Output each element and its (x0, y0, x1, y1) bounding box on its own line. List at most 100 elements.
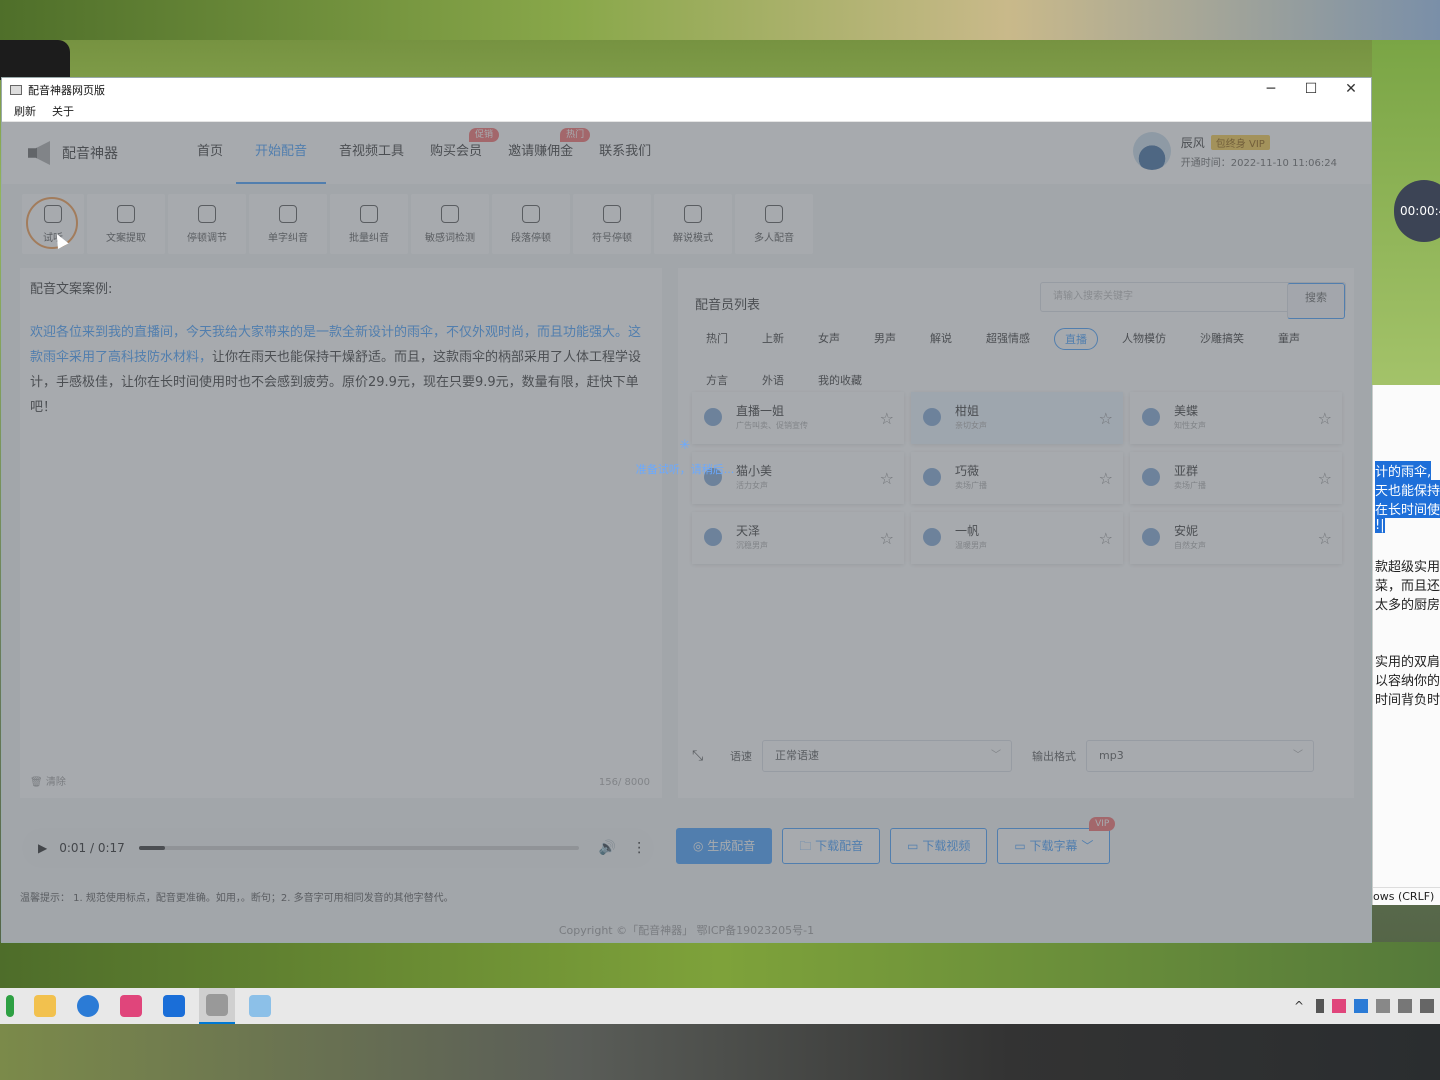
voice-name: 猫小美 (736, 464, 773, 478)
menu-refresh[interactable]: 刷新 (14, 103, 36, 119)
tool-symbol-pause[interactable]: 符号停顿 (573, 194, 651, 254)
clear-button[interactable]: 🗑 清除 (30, 773, 66, 788)
logo[interactable]: 配音神器 (28, 141, 178, 165)
wifi-icon[interactable] (1398, 999, 1412, 1013)
category-tab[interactable]: 男声 (864, 328, 906, 350)
notepad-icon[interactable] (242, 988, 278, 1024)
star-icon[interactable]: ☆ (1318, 409, 1332, 428)
nav-buy-membership[interactable]: 购买会员 促销 (417, 122, 500, 184)
category-tab[interactable]: 方言 (696, 370, 738, 392)
script-editor-panel: 配音文案案例: 欢迎各位来到我的直播间，今天我给大家带来的是一款全新设计的雨伞，… (20, 268, 662, 798)
chevron-up-icon[interactable]: ^ (1294, 999, 1308, 1013)
star-icon[interactable]: ☆ (1099, 529, 1113, 548)
voice-name: 亚群 (1174, 464, 1199, 478)
category-tab[interactable]: 童声 (1268, 328, 1310, 350)
maximize-button[interactable]: ☐ (1291, 78, 1331, 101)
nav-invite[interactable]: 邀请赚佣金 热门 (495, 122, 591, 184)
user-info[interactable]: 辰风 包终身 VIP 开通时间：2022-11-10 11:06:24 (1132, 132, 1337, 170)
action-buttons: ◎ 生成配音 🗀 下载配音 ▭ 下载视频 ▭ 下载字幕 ﹀ VIP (676, 817, 1116, 864)
tool-paragraph-pause[interactable]: 段落停顿 (492, 194, 570, 254)
tool-audition[interactable]: 试听 (22, 194, 84, 254)
collapse-icon[interactable]: ⤡ (692, 748, 708, 764)
browser-icon[interactable] (70, 988, 106, 1024)
star-icon[interactable]: ☆ (1318, 529, 1332, 548)
category-tab[interactable]: 沙雕搞笑 (1190, 328, 1254, 350)
volume-tray-icon[interactable] (1420, 999, 1434, 1013)
voice-card[interactable]: 美蝶 知性女声 ☆ (1130, 392, 1342, 444)
play-icon[interactable]: ▶ (38, 841, 47, 855)
tool-batch-fix[interactable]: 批量纠音 (330, 194, 408, 254)
voice-card[interactable]: 直播一姐 广告叫卖、促销宣传 ☆ (692, 392, 904, 444)
star-icon[interactable]: ☆ (880, 469, 894, 488)
nav-av-tools[interactable]: 音视频工具 (326, 122, 417, 184)
category-tab[interactable]: 超强情感 (976, 328, 1040, 350)
speed-label: 语速 (730, 750, 752, 763)
tool-sensitive-check[interactable]: 敏感词检测 (411, 194, 489, 254)
search-input[interactable]: 请输入搜索关键字 (1041, 283, 1287, 311)
tray-app-icon-2[interactable] (1354, 999, 1368, 1013)
nav-start-dubbing[interactable]: 开始配音 (236, 122, 327, 184)
voice-card[interactable]: 天泽 沉稳男声 ☆ (692, 512, 904, 564)
nav-home[interactable]: 首页 (184, 122, 236, 184)
tray-app-icon[interactable] (1332, 999, 1346, 1013)
close-button[interactable]: ✕ (1331, 78, 1371, 101)
player-time: 0:01 / 0:17 (59, 841, 125, 855)
settings-doc-icon (684, 204, 702, 223)
category-tab[interactable]: 热门 (696, 328, 738, 350)
progress-track[interactable] (138, 846, 579, 850)
tool-multi-voice[interactable]: 多人配音 (735, 194, 813, 254)
battery-icon[interactable] (1376, 999, 1390, 1013)
category-tab[interactable]: 我的收藏 (808, 370, 872, 392)
window-controls: ─ ☐ ✕ (1251, 78, 1371, 101)
voice-card[interactable]: 安妮 自然女声 ☆ (1130, 512, 1342, 564)
file-explorer-icon[interactable] (27, 988, 63, 1024)
category-tab[interactable]: 人物模仿 (1112, 328, 1176, 350)
tool-pause-adjust[interactable]: 停顿调节 (168, 194, 246, 254)
voice-card[interactable]: 一帆 温暖男声 ☆ (911, 512, 1123, 564)
download-video-button[interactable]: ▭ 下载视频 (890, 828, 988, 864)
script-textarea[interactable]: 欢迎各位来到我的直播间，今天我给大家带来的是一款全新设计的雨伞，不仅外观时尚，而… (30, 320, 650, 420)
category-tab[interactable]: 解说 (920, 328, 962, 350)
easel-icon (279, 204, 297, 223)
tool-narration-mode[interactable]: 解说模式 (654, 194, 732, 254)
minimize-button[interactable]: ─ (1251, 78, 1291, 101)
background-text-editor[interactable]: 计的雨伞, 天也能保持 在长时间使 !| 款超级实用 菜，而且还 太多的厨房 实用的双肩 以容纳… (1372, 385, 1440, 905)
volume-icon[interactable]: 🔊 (599, 840, 616, 856)
star-icon[interactable]: ☆ (880, 409, 894, 428)
star-icon[interactable]: ☆ (1099, 409, 1113, 428)
format-select[interactable]: mp3 ﹀ (1086, 740, 1314, 772)
dubbing-app-taskbar-icon[interactable] (199, 988, 235, 1024)
star-icon[interactable]: ☆ (1318, 469, 1332, 488)
media-app-icon[interactable] (113, 988, 149, 1024)
more-icon[interactable]: ⋮ (632, 840, 646, 856)
tool-text-extract[interactable]: 文案提取 (87, 194, 165, 254)
category-tab[interactable]: 女声 (808, 328, 850, 350)
start-edge-icon[interactable] (0, 988, 20, 1024)
tool-single-char-fix[interactable]: 单字纠音 (249, 194, 327, 254)
category-tab[interactable]: 直播 (1054, 328, 1098, 350)
audio-player: ▶ 0:01 / 0:17 🔊 ⋮ (22, 828, 654, 868)
speed-select[interactable]: 正常语速 ﹀ (762, 740, 1012, 772)
chevron-down-icon: ﹀ (991, 750, 1001, 761)
microphone-icon[interactable] (1316, 999, 1324, 1013)
search-button[interactable]: 搜索 (1287, 283, 1345, 319)
membership-since: 开通时间：2022-11-10 11:06:24 (1180, 157, 1337, 169)
voice-card[interactable]: 亚群 卖场广播 ☆ (1130, 452, 1342, 504)
generate-button[interactable]: ◎ 生成配音 (676, 828, 773, 864)
menu-about[interactable]: 关于 (52, 103, 74, 119)
voice-card[interactable]: 巧薇 卖场广播 ☆ (911, 452, 1123, 504)
download-audio-button[interactable]: 🗀 下载配音 (782, 828, 881, 864)
avatar[interactable] (1132, 132, 1171, 170)
nav-contact[interactable]: 联系我们 (586, 122, 664, 184)
download-subtitle-button[interactable]: ▭ 下载字幕 ﹀ VIP (997, 817, 1116, 864)
category-tab[interactable]: 外语 (752, 370, 794, 392)
category-tab[interactable]: 上新 (752, 328, 794, 350)
video-meeting-icon[interactable] (156, 988, 192, 1024)
progress-fill (138, 846, 166, 850)
star-icon[interactable]: ☆ (880, 529, 894, 548)
star-icon[interactable]: ☆ (1099, 469, 1113, 488)
voice-card[interactable]: 柑姐 亲切女声 ☆ (911, 392, 1123, 444)
